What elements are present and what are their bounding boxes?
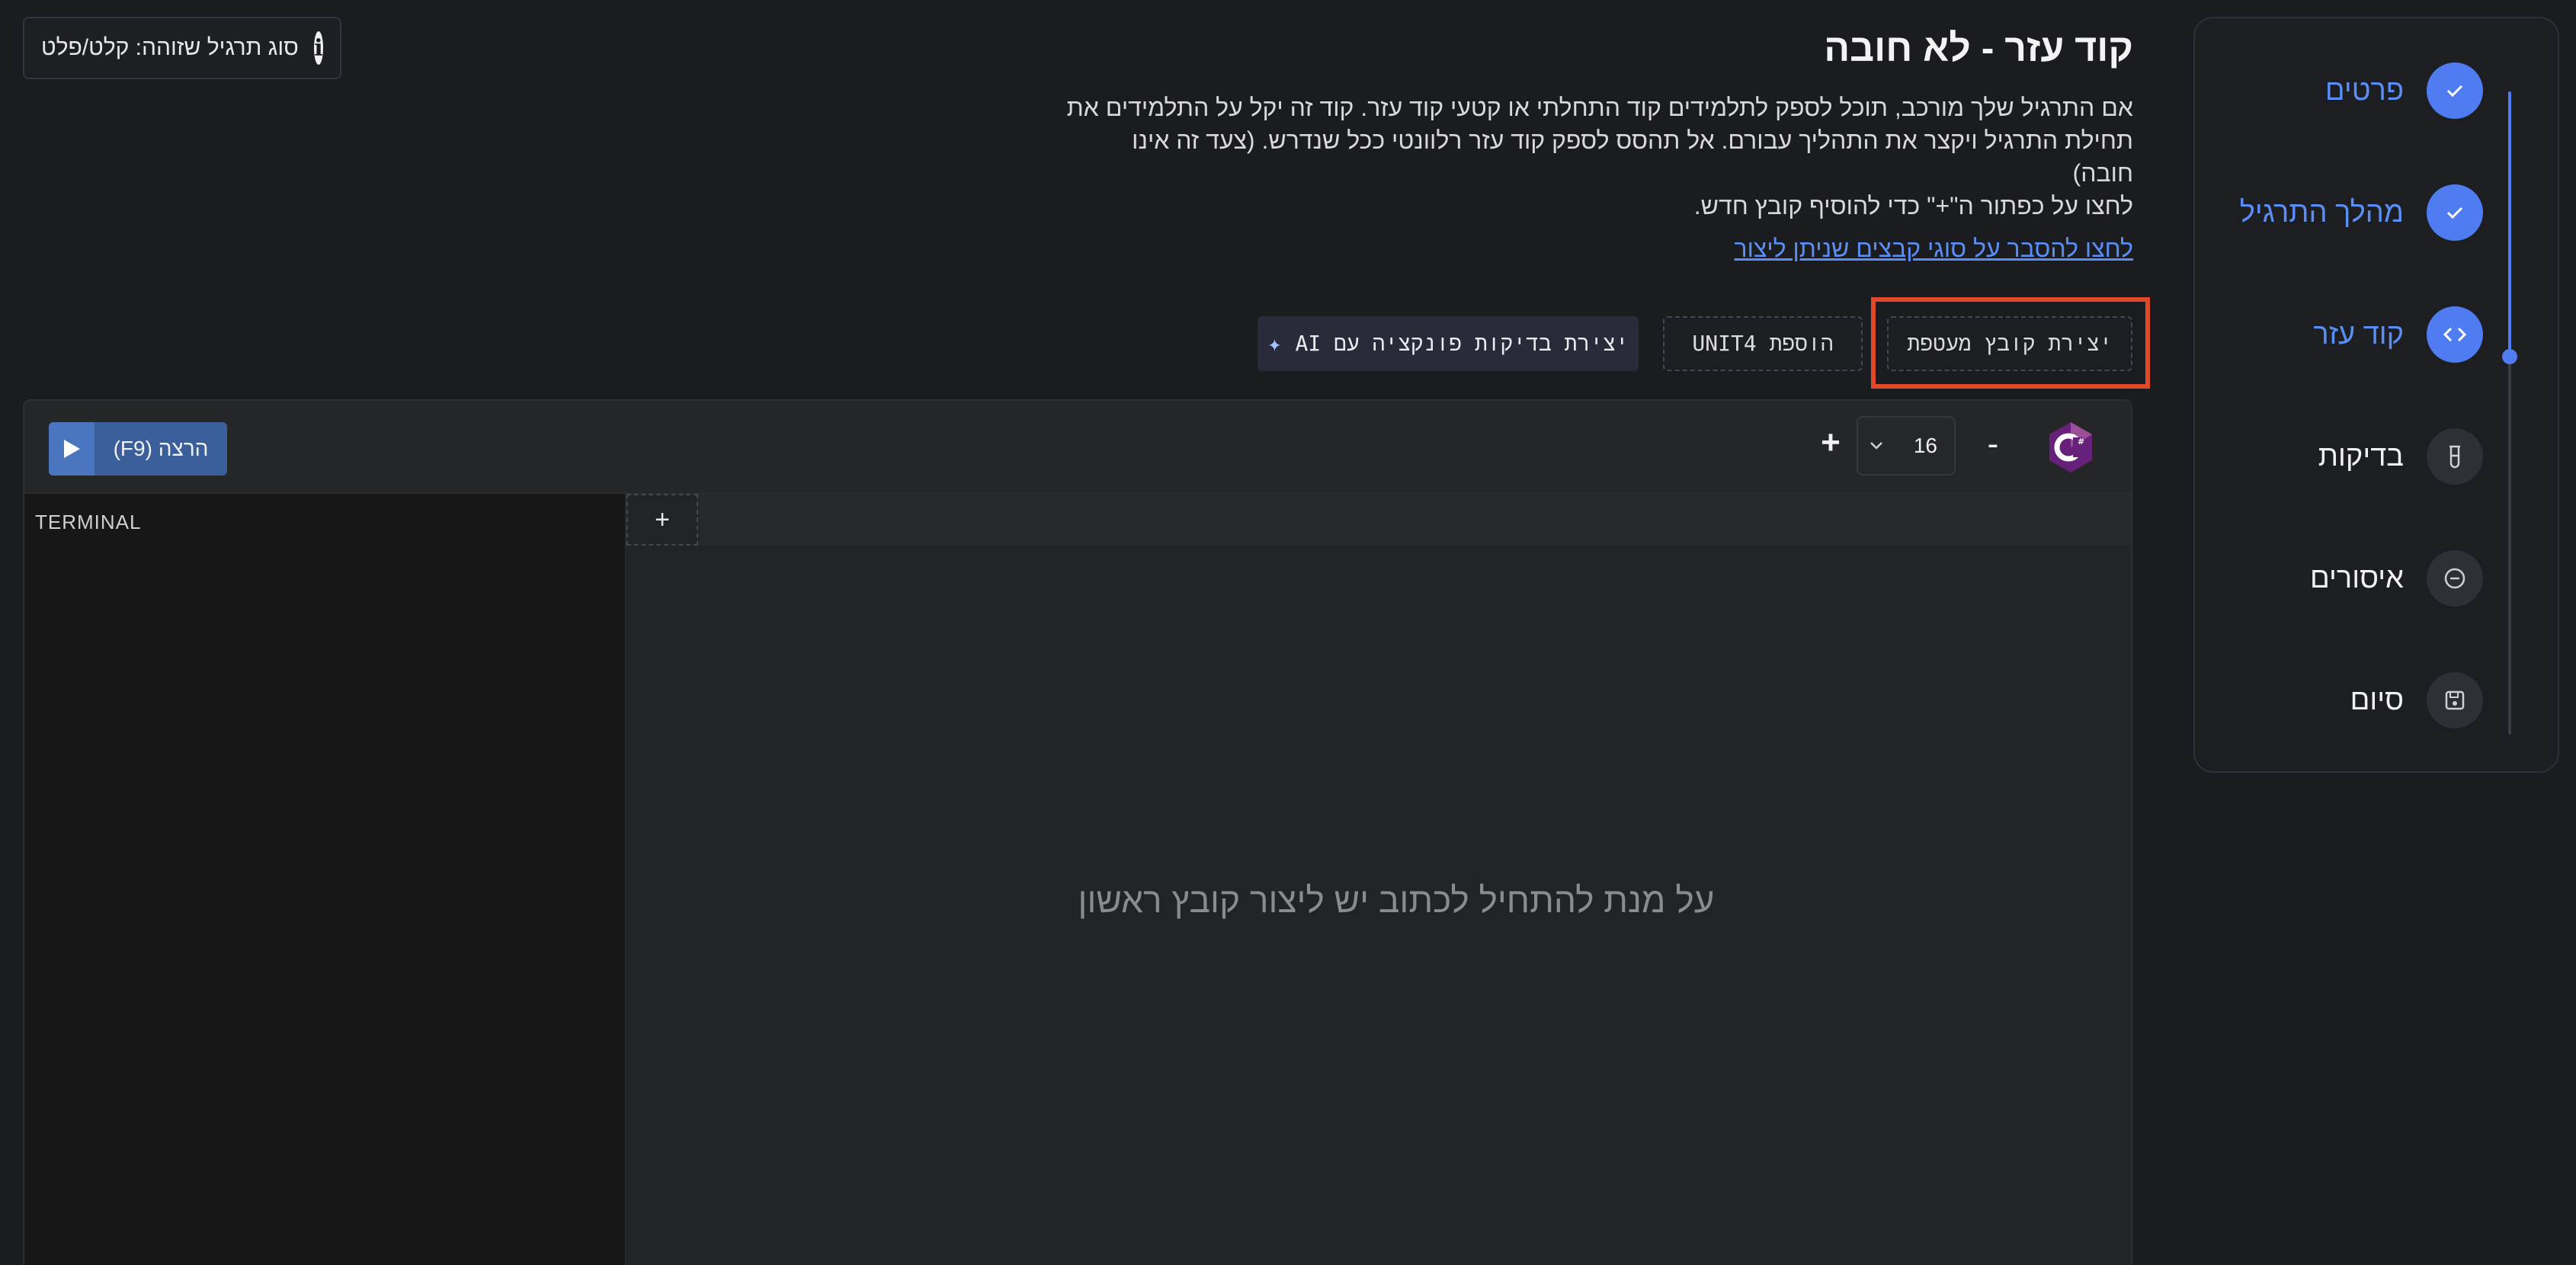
test-tube-icon	[2427, 428, 2483, 485]
check-icon	[2427, 184, 2483, 241]
svg-text:#: #	[2078, 437, 2084, 447]
file-types-help-link[interactable]: לחצו להסבר על סוגי קבצים שניתן ליצור	[1734, 235, 2133, 263]
code-icon	[2427, 306, 2483, 363]
stepper-current-marker	[2502, 349, 2517, 364]
exercise-type-chip: i סוג תרגיל שזוהה: קלט/פלט	[23, 17, 341, 79]
empty-editor-message: על מנת להתחיל לכתוב יש ליצור קובץ ראשון	[1078, 880, 1715, 920]
create-wrapper-file-button[interactable]: יצירת קובץ מעטפת	[1887, 316, 2132, 371]
minus-circle-icon	[2427, 550, 2483, 607]
step-label: סיום	[2350, 684, 2404, 716]
step-tests[interactable]: בדיקות	[2318, 428, 2483, 485]
step-label: איסורים	[2310, 562, 2404, 594]
code-editor-panel: הרצה (F9) + 16 - # TERMINAL + על מנת להת…	[23, 399, 2132, 1265]
step-details[interactable]: פרטים	[2325, 62, 2483, 119]
sparkle-icon: ✦	[1267, 330, 1282, 357]
step-exercise-flow[interactable]: מהלך התרגיל	[2240, 184, 2483, 241]
csharp-language-icon: #	[2047, 421, 2094, 474]
run-button[interactable]: הרצה (F9)	[49, 422, 227, 476]
page-description: אם התרגיל שלך מורכב, תוכל לספק לתלמידים …	[1051, 91, 2133, 223]
stepper-remaining-line	[2508, 357, 2511, 735]
step-label: מהלך התרגיל	[2239, 196, 2404, 229]
step-helper-code[interactable]: קוד עזר	[2313, 306, 2483, 363]
exercise-type-label: סוג תרגיל שזוהה: קלט/פלט	[41, 35, 299, 60]
file-tabs-bar	[626, 494, 2131, 546]
page: i סוג תרגיל שזוהה: קלט/פלט קוד עזר - לא …	[0, 0, 2576, 1265]
step-finish[interactable]: סיום	[2350, 672, 2483, 729]
decrease-font-button[interactable]: -	[1982, 425, 2004, 463]
description-line: אם התרגיל שלך מורכב, תוכל לספק לתלמידים …	[1066, 94, 2133, 121]
run-button-label: הרצה (F9)	[113, 437, 209, 460]
font-size-value: 16	[1913, 434, 1937, 457]
step-label: פרטים	[2324, 74, 2404, 107]
step-label: קוד עזר	[2313, 318, 2404, 351]
increase-font-button[interactable]: +	[1815, 424, 1846, 462]
add-unit4-button[interactable]: הוספת UNIT4	[1663, 316, 1863, 371]
description-line: חובה)	[2072, 159, 2133, 187]
check-icon	[2427, 62, 2483, 119]
stepper-progress-line	[2508, 91, 2511, 357]
chevron-down-icon	[1870, 442, 1882, 450]
terminal-panel[interactable]: TERMINAL	[24, 494, 626, 1265]
editor-toolbar: הרצה (F9) + 16 - #	[24, 401, 2131, 494]
play-icon	[49, 422, 95, 476]
ai-tests-button[interactable]: יצירת בדיקות פונקציה עם AI ✦	[1258, 316, 1639, 371]
ai-tests-label: יצירת בדיקות פונקציה עם AI	[1295, 330, 1629, 356]
save-icon	[2427, 672, 2483, 729]
description-line: לחצו על כפתור ה"+" כדי להוסיף קובץ חדש.	[1693, 192, 2133, 219]
stepper-sidebar: פרטים מהלך התרגיל קוד עזר בדיקות איסורים	[2193, 17, 2559, 773]
step-restrictions[interactable]: איסורים	[2310, 550, 2483, 607]
description-line: תחילת התרגיל ויקצר את התהליך עבורם. אל ת…	[1132, 126, 2133, 154]
font-size-select[interactable]: 16	[1857, 416, 1956, 476]
add-file-button[interactable]: +	[626, 494, 698, 546]
step-label: בדיקות	[2318, 440, 2404, 472]
terminal-label: TERMINAL	[35, 511, 142, 533]
page-title: קוד עזר - לא חובה	[1824, 27, 2133, 69]
info-icon[interactable]: i	[313, 31, 323, 65]
